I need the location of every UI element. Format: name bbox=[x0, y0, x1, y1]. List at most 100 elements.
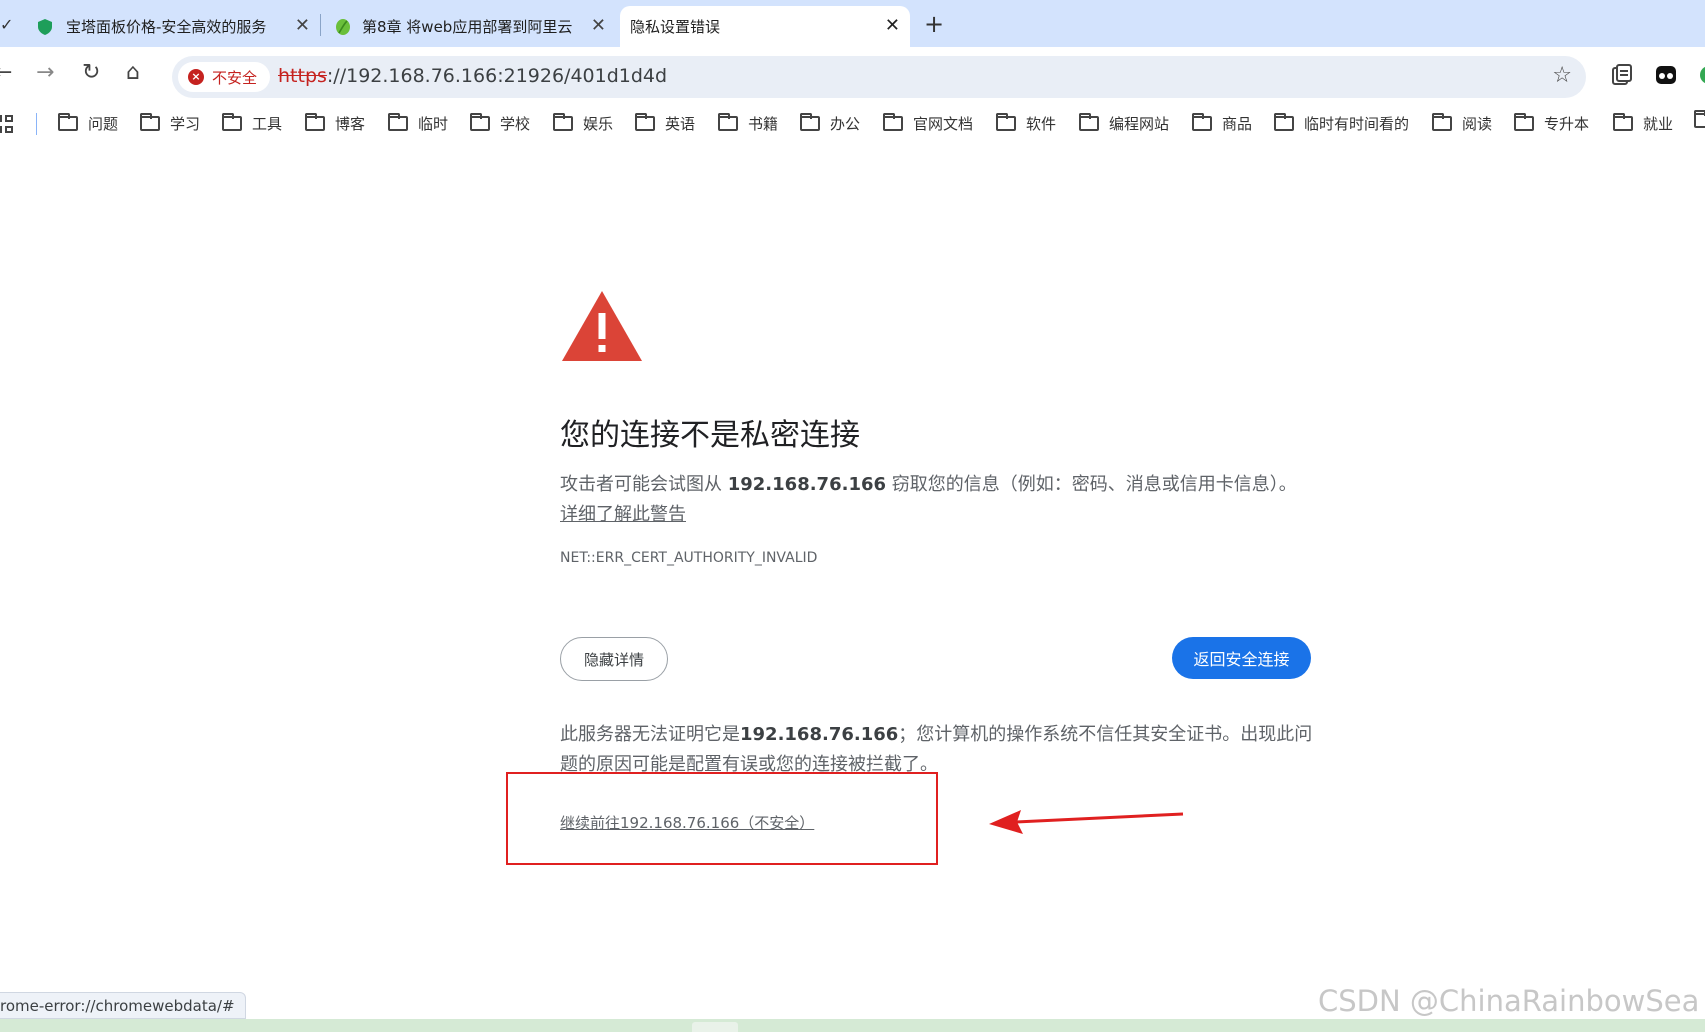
apps-icon[interactable] bbox=[0, 115, 16, 133]
bookmark-folder[interactable]: 编程网站 bbox=[1079, 113, 1169, 134]
bookmark-folder[interactable]: 阅读 bbox=[1432, 113, 1492, 134]
folder-icon bbox=[222, 113, 242, 131]
bookmark-folder[interactable]: 工具 bbox=[222, 113, 282, 134]
bookmark-folder[interactable]: 临时有时间看的 bbox=[1274, 113, 1409, 134]
folder-icon bbox=[718, 113, 738, 131]
folder-icon bbox=[883, 113, 903, 131]
hide-details-button[interactable]: 隐藏详情 bbox=[560, 637, 668, 681]
shield-icon bbox=[38, 18, 52, 35]
bookmark-label: 问题 bbox=[88, 115, 119, 133]
bookmark-folder[interactable]: 就业 bbox=[1613, 113, 1673, 134]
description-prefix: 攻击者可能会试图从 bbox=[560, 474, 728, 495]
bookmark-folder[interactable]: 办公 bbox=[800, 113, 860, 134]
folder-icon bbox=[58, 113, 78, 131]
reload-icon[interactable]: ↻ bbox=[82, 61, 100, 85]
tab-title: 第8章 将web应用部署到阿里云 bbox=[362, 18, 573, 36]
bookmark-label: 办公 bbox=[830, 115, 861, 133]
bookmark-folder[interactable]: 学习 bbox=[140, 113, 200, 134]
bookmark-label: 英语 bbox=[665, 115, 696, 133]
close-icon[interactable]: ✕ bbox=[295, 16, 310, 36]
bookmark-label: 临时 bbox=[418, 115, 449, 133]
bottom-strip bbox=[0, 1019, 1705, 1032]
close-icon[interactable]: ✕ bbox=[885, 16, 900, 36]
bottom-handle bbox=[692, 1022, 738, 1032]
home-icon[interactable]: ⌂ bbox=[126, 61, 140, 85]
tab-chapter8[interactable]: 第8章 将web应用部署到阿里云 ✕ bbox=[328, 6, 616, 47]
folder-icon bbox=[1613, 113, 1633, 131]
bookmark-folder[interactable]: 官网文档 bbox=[883, 113, 973, 134]
tab-privacy-error[interactable]: 隐私设置错误 ✕ bbox=[620, 6, 910, 47]
tab-separator bbox=[320, 14, 321, 36]
proceed-unsafe-link[interactable]: 继续前往192.168.76.166（不安全） bbox=[560, 812, 814, 833]
bookmark-label: 娱乐 bbox=[583, 115, 614, 133]
bookmark-folder[interactable]: 英语 bbox=[635, 113, 695, 134]
folder-icon bbox=[1274, 113, 1294, 131]
security-chip[interactable]: × 不安全 bbox=[178, 62, 270, 92]
bookmark-folder[interactable]: 问题 bbox=[58, 113, 118, 134]
extension-icon[interactable] bbox=[1654, 63, 1678, 87]
leaf-icon bbox=[336, 18, 350, 35]
not-secure-icon: × bbox=[188, 69, 204, 85]
back-icon[interactable]: ← bbox=[0, 61, 12, 85]
back-to-safety-button[interactable]: 返回安全连接 bbox=[1172, 637, 1311, 679]
warning-icon bbox=[562, 291, 642, 361]
folder-icon bbox=[1694, 110, 1705, 128]
error-code: NET::ERR_CERT_AUTHORITY_INVALID bbox=[560, 550, 818, 566]
bookmarks-divider bbox=[36, 113, 37, 135]
learn-more-link[interactable]: 详细了解此警告 bbox=[560, 500, 686, 526]
tab-baota[interactable]: 宝塔面板价格-安全高效的服务 ✕ bbox=[30, 6, 320, 47]
bookmark-folder[interactable]: 博客 bbox=[305, 113, 365, 134]
address-bar[interactable]: × 不安全 https://192.168.76.166:21926/401d1… bbox=[172, 56, 1586, 98]
bookmark-folder[interactable]: 临时 bbox=[388, 113, 448, 134]
folder-icon bbox=[553, 113, 573, 131]
folder-icon bbox=[140, 113, 160, 131]
folder-icon bbox=[388, 113, 408, 131]
bookmark-label: 编程网站 bbox=[1109, 115, 1170, 133]
url-text[interactable]: https://192.168.76.166:21926/401d1d4d bbox=[278, 65, 667, 87]
star-icon[interactable]: ☆ bbox=[1552, 63, 1572, 88]
bookmark-label: 软件 bbox=[1026, 115, 1057, 133]
tab-strip: ✓ 宝塔面板价格-安全高效的服务 ✕ 第8章 将web应用部署到阿里云 ✕ 隐私… bbox=[0, 0, 1705, 47]
security-label: 不安全 bbox=[212, 68, 258, 87]
bookmark-label: 学习 bbox=[170, 115, 201, 133]
page-title: 您的连接不是私密连接 bbox=[560, 418, 860, 453]
bookmark-folder[interactable]: 专升本 bbox=[1514, 113, 1589, 134]
bookmark-folder[interactable]: 软件 bbox=[996, 113, 1056, 134]
tab-search-icon[interactable] bbox=[1610, 63, 1634, 87]
profile-icon[interactable] bbox=[1697, 63, 1705, 87]
toolbar: ← → ↻ ⌂ × 不安全 https://192.168.76.166:219… bbox=[0, 47, 1705, 107]
folder-icon bbox=[635, 113, 655, 131]
bookmark-label: 博客 bbox=[335, 115, 366, 133]
details-prefix: 此服务器无法证明它是 bbox=[560, 724, 740, 745]
status-bar: rome-error://chromewebdata/# bbox=[0, 992, 246, 1019]
bookmark-folder[interactable]: 书籍 bbox=[718, 113, 778, 134]
bookmarks-bar: 问题 学习 工具 博客 临时 学校 娱乐 英语 书籍 办公 官网文档 软件 编程… bbox=[0, 107, 1705, 141]
description-suffix: 窃取您的信息（例如：密码、消息或信用卡信息）。 bbox=[886, 474, 1297, 495]
bookmark-label: 专升本 bbox=[1544, 115, 1590, 133]
error-description: 攻击者可能会试图从 192.168.76.166 窃取您的信息（例如：密码、消息… bbox=[560, 470, 1297, 496]
watermark: CSDN @ChinaRainbowSea bbox=[1318, 984, 1700, 1018]
url-scheme: https bbox=[278, 65, 327, 87]
bookmark-label: 书籍 bbox=[748, 115, 779, 133]
bookmark-label: 商品 bbox=[1222, 115, 1253, 133]
forward-icon[interactable]: → bbox=[36, 61, 54, 85]
host-name: 192.168.76.166 bbox=[740, 724, 899, 745]
folder-icon bbox=[1192, 113, 1212, 131]
bookmark-label: 官网文档 bbox=[913, 115, 974, 133]
folder-icon bbox=[305, 113, 325, 131]
bookmark-folder[interactable]: 娱乐 bbox=[553, 113, 613, 134]
bookmark-label: 就业 bbox=[1643, 115, 1674, 133]
tab-list-chevron-icon[interactable]: ✓ bbox=[0, 15, 13, 34]
bookmark-folder-overflow[interactable] bbox=[1694, 110, 1705, 128]
folder-icon bbox=[1079, 113, 1099, 131]
close-icon[interactable]: ✕ bbox=[591, 16, 606, 36]
bookmark-folder[interactable]: 商品 bbox=[1192, 113, 1252, 134]
bookmark-label: 学校 bbox=[500, 115, 531, 133]
folder-icon bbox=[1514, 113, 1534, 131]
tab-title: 宝塔面板价格-安全高效的服务 bbox=[66, 18, 267, 36]
bookmark-label: 阅读 bbox=[1462, 115, 1493, 133]
bookmark-folder[interactable]: 学校 bbox=[470, 113, 530, 134]
url-host-path: ://192.168.76.166:21926/401d1d4d bbox=[326, 65, 668, 87]
folder-icon bbox=[996, 113, 1016, 131]
new-tab-button[interactable]: + bbox=[924, 12, 944, 36]
